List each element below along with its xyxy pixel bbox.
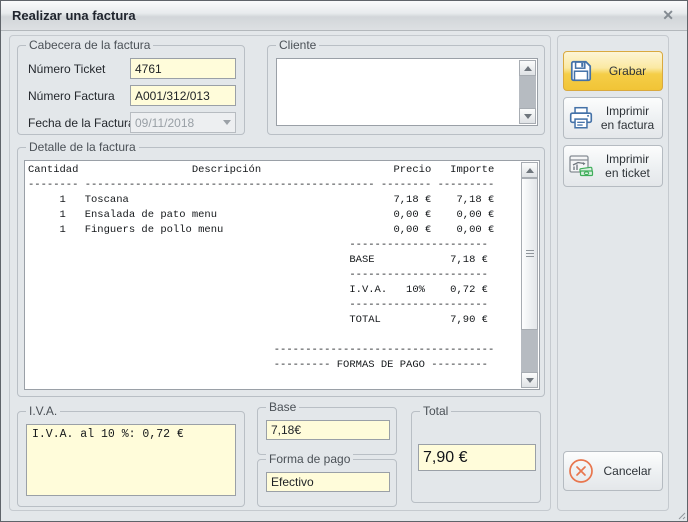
scroll-up-icon[interactable] (521, 162, 538, 178)
detalle-scrollbar[interactable] (521, 162, 538, 388)
grabar-label: Grabar (598, 64, 662, 78)
imprimir-factura-button[interactable]: Imprimir en factura (563, 97, 663, 139)
fecha-factura-label: Fecha de la Factura (28, 116, 135, 130)
group-forma-pago: Forma de pago Efectivo (257, 459, 397, 507)
chart-money-icon (564, 152, 598, 180)
group-detalle: Detalle de la factura Cantidad Descripci… (17, 147, 545, 397)
dialog-title: Realizar una factura (12, 8, 136, 23)
grabar-button[interactable]: Grabar (563, 51, 663, 91)
title-bar: Realizar una factura ✕ (1, 1, 687, 31)
group-cabecera: Cabecera de la factura Número Ticket 476… (17, 45, 245, 135)
imprimir-ticket-button[interactable]: Imprimir en ticket (563, 145, 663, 187)
imprimir-factura-label: Imprimir en factura (598, 104, 662, 133)
forma-pago-input[interactable]: Efectivo (266, 472, 390, 492)
printer-icon (564, 105, 598, 131)
group-iva: I.V.A. I.V.A. al 10 %: 0,72 € (17, 411, 245, 507)
numero-factura-label: Número Factura (28, 89, 115, 103)
chevron-down-icon[interactable] (223, 120, 231, 129)
cancelar-label: Cancelar (598, 464, 662, 478)
dialog-realizar-factura: Realizar una factura ✕ Cabecera de la fa… (0, 0, 688, 522)
scroll-down-icon[interactable] (521, 372, 538, 388)
scroll-up-icon[interactable] (519, 60, 536, 76)
group-forma-pago-title: Forma de pago (266, 452, 353, 466)
cancel-circle-x-icon (564, 457, 598, 485)
cancelar-button[interactable]: Cancelar (563, 451, 663, 491)
invoice-detail-text: Cantidad Descripción Precio Importe ----… (28, 163, 520, 387)
base-input[interactable]: 7,18€ (266, 420, 390, 440)
numero-ticket-label: Número Ticket (28, 62, 105, 76)
scrollbar-thumb[interactable] (521, 178, 538, 330)
cliente-scrollbar[interactable] (519, 60, 536, 124)
group-base-title: Base (266, 400, 299, 414)
group-total: Total 7,90 € (411, 411, 541, 503)
group-cliente-title: Cliente (276, 38, 319, 52)
iva-textbox[interactable]: I.V.A. al 10 %: 0,72 € (26, 424, 236, 496)
numero-ticket-input[interactable]: 4761 (130, 58, 236, 79)
group-cabecera-title: Cabecera de la factura (26, 38, 153, 52)
resize-grip-icon[interactable] (677, 511, 686, 520)
numero-factura-input[interactable]: A001/312/013 (130, 85, 236, 106)
group-base: Base 7,18€ (257, 407, 397, 455)
detalle-textbox[interactable]: Cantidad Descripción Precio Importe ----… (24, 160, 540, 390)
close-icon[interactable]: ✕ (662, 7, 674, 24)
group-total-title: Total (420, 404, 451, 418)
save-floppy-icon (564, 58, 598, 84)
group-iva-title: I.V.A. (26, 404, 60, 418)
cliente-textarea[interactable] (276, 58, 538, 126)
fecha-factura-combobox[interactable]: 09/11/2018 (130, 112, 236, 133)
scroll-down-icon[interactable] (519, 108, 536, 124)
group-cliente: Cliente (267, 45, 545, 135)
group-detalle-title: Detalle de la factura (26, 140, 139, 154)
total-input[interactable]: 7,90 € (418, 444, 536, 471)
imprimir-ticket-label: Imprimir en ticket (598, 152, 662, 181)
fecha-factura-value: 09/11/2018 (135, 116, 194, 130)
